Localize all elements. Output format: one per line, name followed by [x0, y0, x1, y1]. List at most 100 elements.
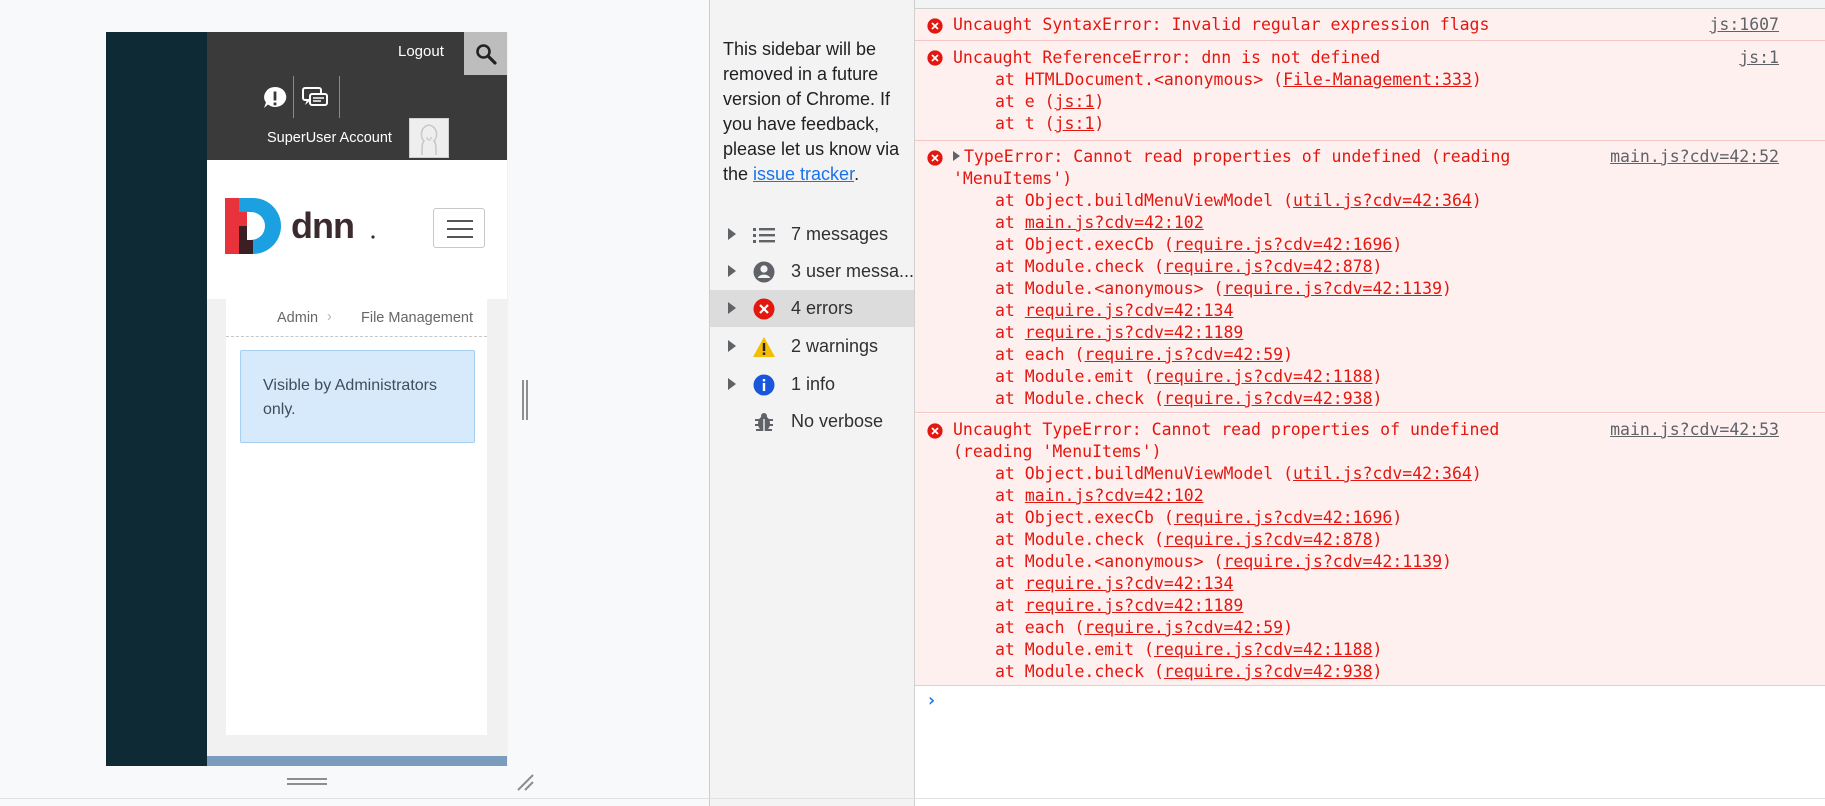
stack-frame-link[interactable]: main.js?cdv=42:102 — [1025, 213, 1204, 232]
stack-frame-text: ) — [1283, 345, 1294, 364]
stack-frame: at Object.buildMenuViewModel (util.js?cd… — [995, 190, 1482, 212]
expand-arrow-icon[interactable] — [728, 302, 736, 314]
stack-frame-link[interactable]: util.js?cdv=42:364 — [1293, 464, 1472, 483]
notifications-button[interactable] — [258, 81, 292, 115]
sidebar-item-label: No verbose — [791, 411, 884, 431]
stack-frame: at Object.execCb (require.js?cdv=42:1696… — [995, 507, 1402, 529]
sidebar-item-warnings[interactable]: 2 warnings — [710, 328, 914, 365]
sidebar-item-label: 7 messages — [791, 224, 889, 244]
breadcrumb-item-admin[interactable]: Admin — [277, 310, 318, 326]
hamburger-menu-button[interactable] — [433, 208, 485, 248]
console-toolbar — [915, 0, 1825, 9]
stack-frame: at Module.<anonymous> (require.js?cdv=42… — [995, 551, 1452, 573]
stack-frame-link[interactable]: require.js?cdv=42:59 — [1084, 618, 1283, 637]
stack-frame-text: ) — [1442, 552, 1452, 571]
stack-frame-text: at Object.buildMenuViewModel ( — [995, 191, 1294, 210]
stack-frame-text: ) — [1372, 367, 1383, 386]
expand-arrow-icon[interactable] — [728, 340, 736, 352]
sidebar-item-user-messages[interactable]: 3 user messa... — [710, 253, 914, 290]
bug-icon — [752, 410, 776, 434]
stack-frame-link[interactable]: require.js?cdv=42:1188 — [1154, 640, 1373, 659]
stack-frame-link[interactable]: require.js?cdv=42:59 — [1084, 345, 1283, 364]
stack-frame-text: ) — [1372, 389, 1383, 408]
stack-frame: at Module.check (require.js?cdv=42:878) — [995, 529, 1382, 551]
logout-link[interactable]: Logout — [398, 43, 444, 60]
stack-frame: at Module.emit (require.js?cdv=42:1188) — [995, 366, 1382, 388]
error-message-line: 'MenuItems') — [953, 169, 1073, 188]
stack-frame: at Object.execCb (require.js?cdv=42:1696… — [995, 234, 1402, 256]
stack-frame-link[interactable]: require.js?cdv=42:938 — [1164, 662, 1373, 681]
expand-triangle-icon[interactable] — [953, 151, 960, 161]
source-link[interactable]: js:1607 — [1709, 14, 1779, 36]
stack-frame-text: at Module.check ( — [995, 389, 1164, 408]
error-message[interactable]: TypeError: Cannot read properties of und… — [953, 146, 1510, 168]
window-bottom-border — [0, 798, 1825, 799]
stack-frame-link[interactable]: require.js?cdv=42:1188 — [1154, 367, 1373, 386]
issue-tracker-link[interactable]: issue tracker — [753, 164, 854, 184]
stack-frame: at Module.<anonymous> (require.js?cdv=42… — [995, 278, 1452, 300]
stack-frame-text: at — [995, 574, 1025, 593]
stack-frame-link[interactable]: js:1 — [1055, 92, 1095, 111]
error-message: Uncaught SyntaxError: Invalid regular ex… — [953, 15, 1490, 34]
stack-frame-link[interactable]: require.js?cdv=42:1189 — [1025, 323, 1244, 342]
source-link[interactable]: js:1 — [1739, 47, 1779, 69]
chat-bubbles-icon — [302, 87, 328, 106]
stack-frame-link[interactable]: require.js?cdv=42:1696 — [1174, 508, 1393, 527]
stack-frame-text: ) — [1372, 662, 1383, 681]
sidebar-item-label: 1 info — [791, 374, 836, 394]
stack-frame-link[interactable]: js:1 — [1055, 114, 1095, 133]
stack-frame: at Module.emit (require.js?cdv=42:1188) — [995, 639, 1382, 661]
sidebar-item-info[interactable]: 1 info — [710, 366, 914, 403]
expand-arrow-icon[interactable] — [728, 228, 736, 240]
stack-frame-link[interactable]: require.js?cdv=42:1139 — [1223, 552, 1442, 571]
source-link[interactable]: main.js?cdv=42:52 — [1610, 146, 1779, 168]
messages-button[interactable] — [298, 81, 332, 115]
error-icon — [927, 150, 943, 166]
persona-bar — [106, 32, 207, 766]
stack-frame-link[interactable]: require.js?cdv=42:1696 — [1174, 235, 1393, 254]
avatar[interactable] — [409, 118, 449, 158]
resize-handle-vertical[interactable] — [522, 380, 528, 420]
user-account-link[interactable]: SuperUser Account — [267, 130, 392, 146]
expand-arrow-icon[interactable] — [728, 265, 736, 277]
stack-frame-text: ) — [1442, 279, 1452, 298]
console-input-prompt[interactable]: › — [926, 690, 937, 711]
stack-frame-link[interactable]: require.js?cdv=42:134 — [1025, 301, 1234, 320]
sidebar-item-errors[interactable]: 4 errors — [710, 290, 914, 327]
stack-frame-text: ) — [1372, 257, 1383, 276]
sidebar-item-verbose: No verbose — [710, 403, 914, 440]
stack-frame-link[interactable]: require.js?cdv=42:1139 — [1223, 279, 1442, 298]
deprecation-end: . — [854, 164, 860, 184]
resize-corner-handle[interactable] — [515, 772, 535, 792]
stack-frame-link[interactable]: util.js?cdv=42:364 — [1293, 191, 1472, 210]
stack-frame-link[interactable]: require.js?cdv=42:878 — [1164, 530, 1373, 549]
stack-frame-link[interactable]: File-Management:333 — [1283, 70, 1472, 89]
stack-frame-link[interactable]: main.js?cdv=42:102 — [1025, 486, 1204, 505]
error-icon — [927, 50, 943, 66]
stack-frame-text: ) — [1094, 114, 1105, 133]
dnn-logo[interactable]: dnn — [225, 198, 385, 254]
stack-frame-link[interactable]: require.js?cdv=42:878 — [1164, 257, 1373, 276]
info-icon — [752, 373, 776, 397]
stack-frame-link[interactable]: require.js?cdv=42:1189 — [1025, 596, 1244, 615]
search-button[interactable] — [464, 32, 507, 75]
stack-frame-text: at Module.<anonymous> ( — [995, 279, 1224, 298]
stack-frame: at Module.check (require.js?cdv=42:878) — [995, 256, 1382, 278]
expand-arrow-icon[interactable] — [728, 378, 736, 390]
sidebar-item-messages[interactable]: 7 messages — [710, 216, 914, 253]
stack-frame: at require.js?cdv=42:134 — [995, 300, 1233, 322]
source-link[interactable]: main.js?cdv=42:53 — [1610, 419, 1779, 441]
search-icon — [475, 43, 497, 65]
stack-frame-text: at — [995, 596, 1025, 615]
breadcrumb-item-file-management[interactable]: File Management — [361, 310, 473, 326]
stack-frame-text: ) — [1392, 508, 1403, 527]
notice-text: Visible by Administrators only. — [263, 377, 437, 418]
resize-handle-horizontal[interactable] — [287, 777, 327, 786]
topbar-divider — [339, 76, 340, 118]
stack-frame-link[interactable]: require.js?cdv=42:938 — [1164, 389, 1373, 408]
error-message-line: (reading 'MenuItems') — [953, 442, 1162, 461]
topbar-divider — [293, 76, 294, 118]
stack-frame-link[interactable]: require.js?cdv=42:134 — [1025, 574, 1234, 593]
stack-frame-text: ) — [1372, 640, 1383, 659]
warning-icon — [752, 335, 776, 359]
